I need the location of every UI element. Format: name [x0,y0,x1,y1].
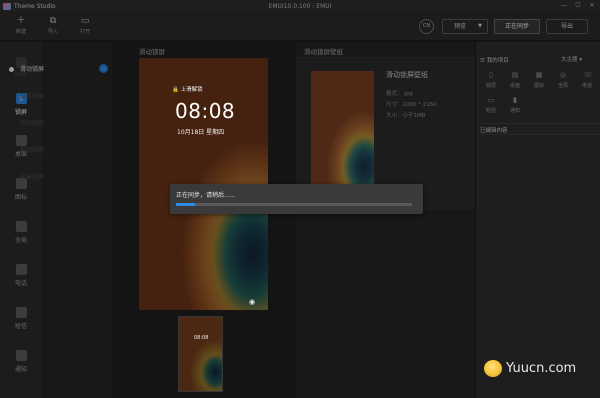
lock-date: 10月18日 星期四 [177,129,225,136]
camera-icon: ◉ [249,298,256,306]
thumbnail-time: 08:08 [194,335,209,341]
sync-progress-bar [176,203,412,206]
sync-progress-fill [176,203,195,206]
lock-time: 08:08 [175,99,236,123]
unlock-hint: 🔒 上滑解锁 [172,87,203,93]
sync-progress-dialog [170,184,423,214]
sync-message: 正在同步，请稍后...... [176,192,236,199]
watermark-logo [484,360,502,377]
watermark-text: Yuucn.com [506,361,577,376]
